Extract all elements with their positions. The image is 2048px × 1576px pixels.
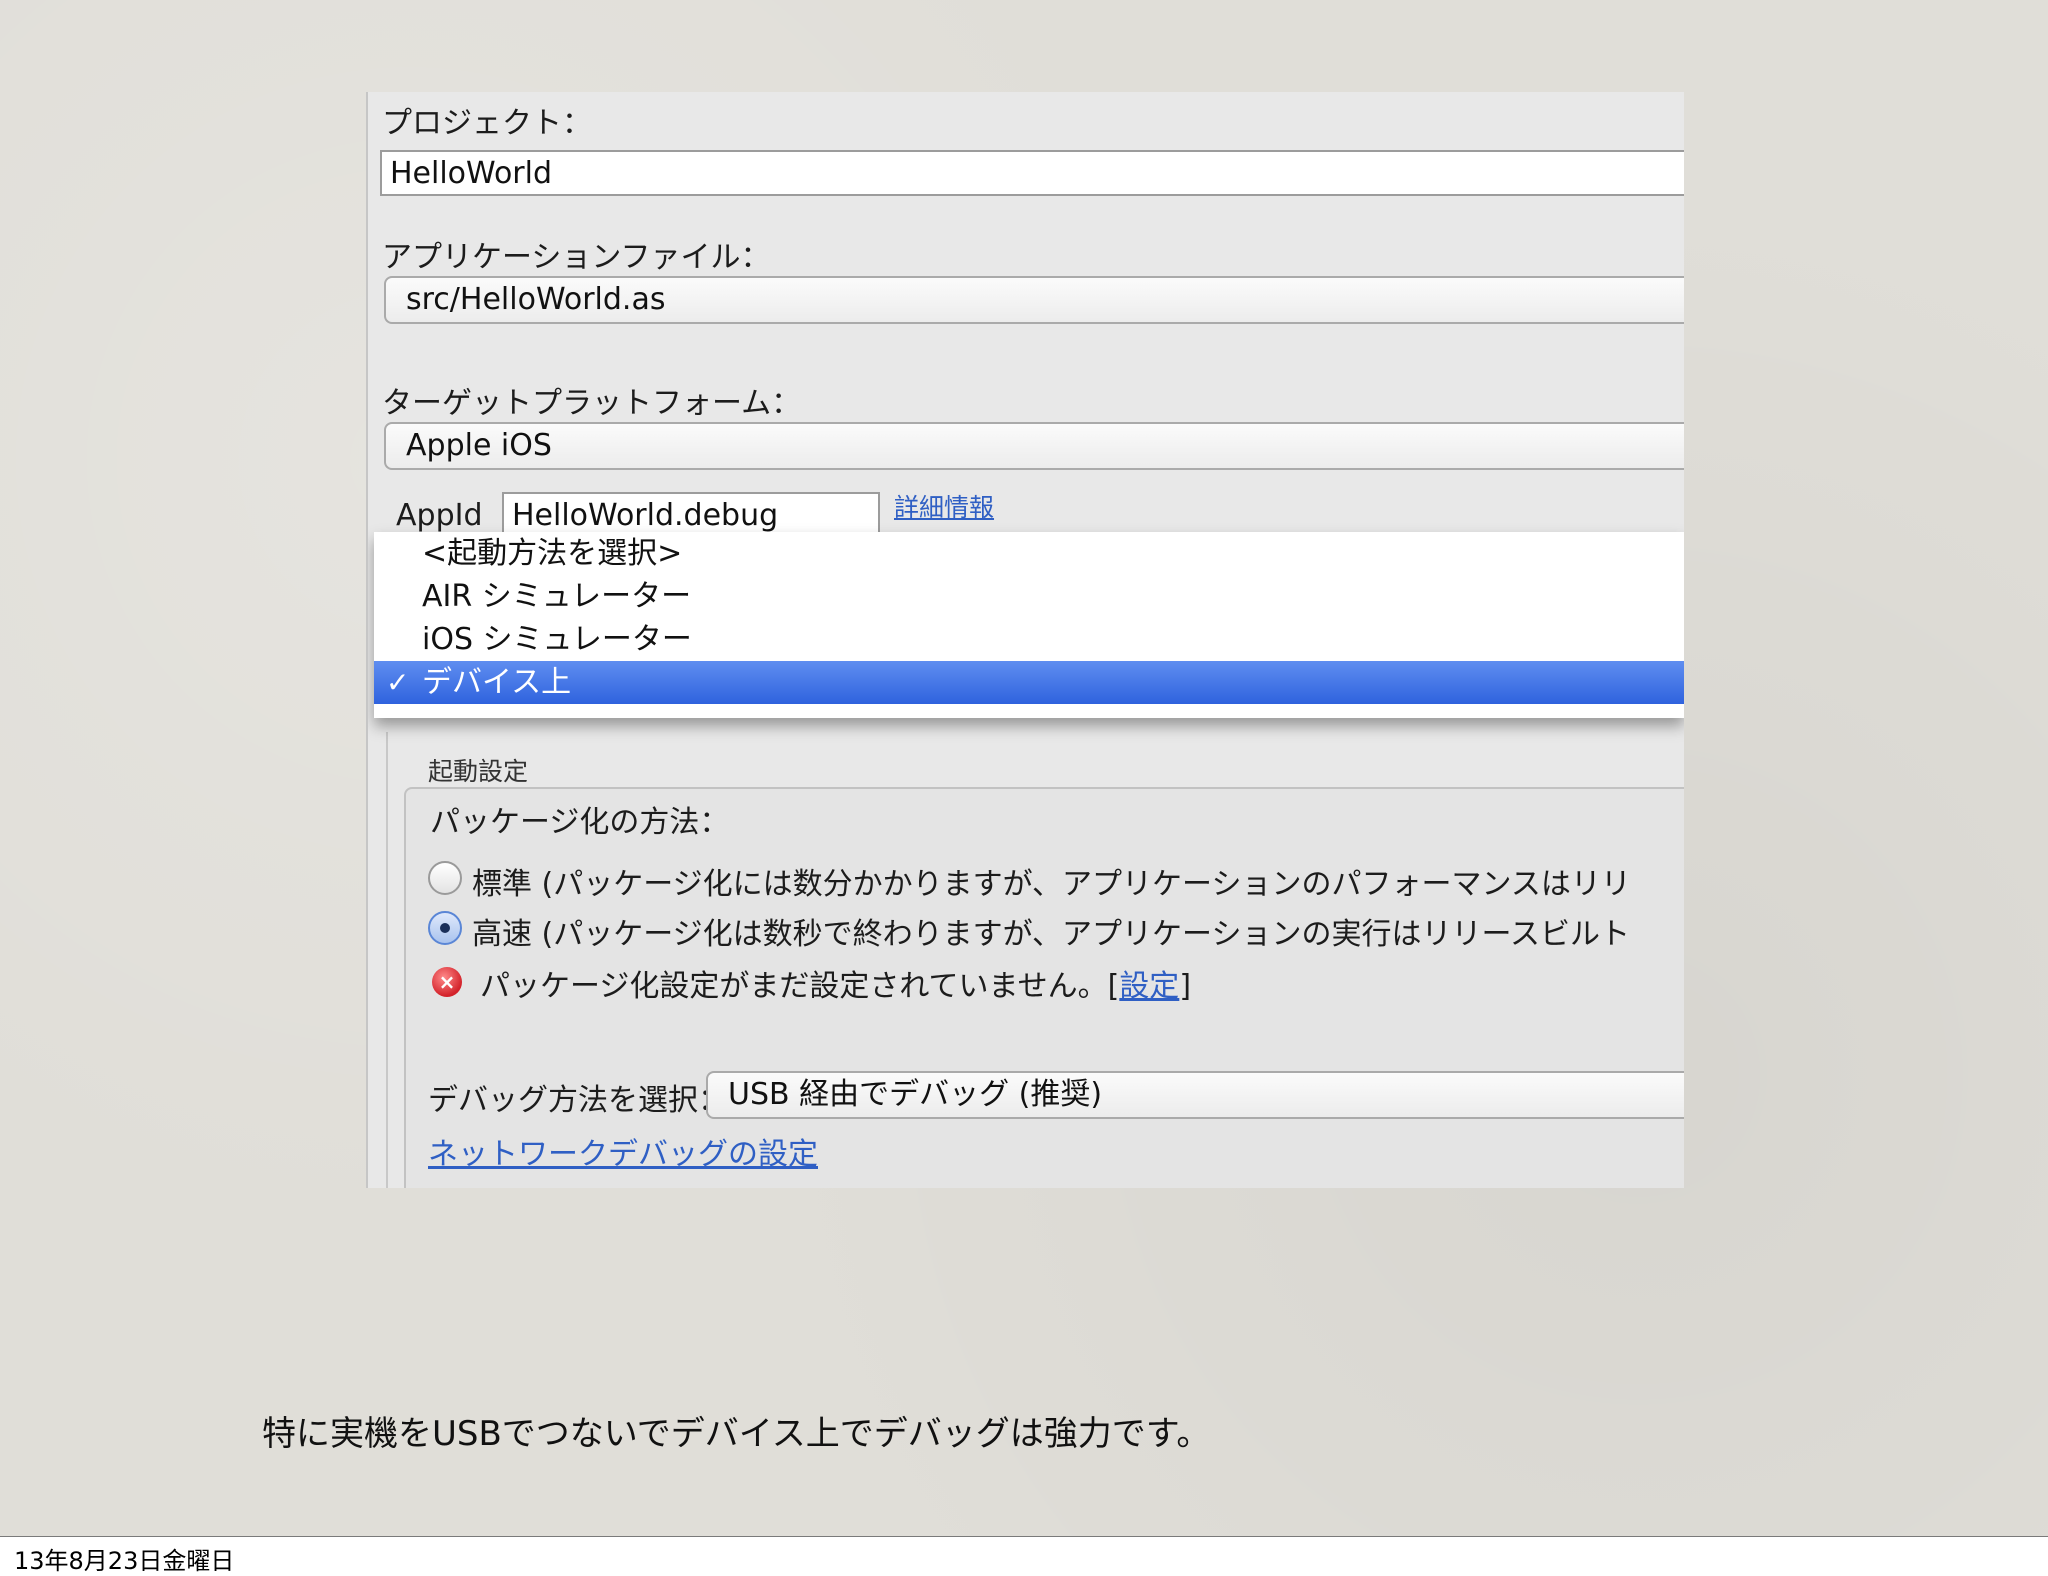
- launch-settings-title: 起動設定: [428, 757, 529, 786]
- packaging-settings-link[interactable]: 設定: [1119, 969, 1179, 1004]
- details-link[interactable]: 詳細情報: [894, 488, 994, 524]
- option-fast-label: 高速 (パッケージ化は数秒で終わりますが、アプリケーションの実行はリリースビルト: [472, 917, 1630, 952]
- packaging-group: パッケージ化の方法： 標準 (パッケージ化には数分かかりますが、アプリケーション…: [404, 787, 1684, 1188]
- menu-item-label: デバイス上: [422, 665, 572, 700]
- error-icon: ×: [432, 967, 462, 997]
- target-platform-label: ターゲットプラットフォーム：: [382, 386, 802, 421]
- menu-item-select-launch[interactable]: <起動方法を選択>: [374, 532, 1684, 575]
- debug-method-select[interactable]: USB 経由でデバッグ (推奨): [706, 1071, 1684, 1119]
- launch-method-menu: <起動方法を選択> AIR シミュレーター iOS シミュレーター ✓ デバイス…: [374, 532, 1684, 718]
- app-file-label: アプリケーションファイル：: [382, 240, 771, 275]
- debug-method-label: デバッグ方法を選択：: [428, 1083, 728, 1118]
- packaging-label: パッケージ化の方法：: [430, 805, 730, 840]
- network-debug-link[interactable]: ネットワークデバッグの設定: [428, 1129, 818, 1173]
- menu-item-label: <起動方法を選択>: [422, 536, 683, 571]
- appid-label: AppId: [396, 498, 483, 533]
- menu-item-ios-simulator[interactable]: iOS シミュレーター: [374, 618, 1684, 661]
- target-platform-select[interactable]: Apple iOS: [384, 422, 1684, 470]
- project-field[interactable]: HelloWorld: [380, 150, 1684, 196]
- footer-date: 13年8月23日金曜日: [14, 1547, 235, 1575]
- error-message: パッケージ化設定がまだ設定されていません。[設定]: [480, 961, 1191, 1005]
- menu-item-label: iOS シミュレーター: [422, 622, 692, 657]
- check-icon: ✓: [386, 666, 410, 699]
- error-text: パッケージ化設定がまだ設定されていません。[: [480, 969, 1120, 1004]
- radio-fast[interactable]: [428, 911, 462, 945]
- slide-caption: 特に実機をUSBでつないでデバイス上でデバッグは強力です。: [262, 1414, 1211, 1454]
- error-text-close: ]: [1179, 969, 1192, 1004]
- menu-item-air-simulator[interactable]: AIR シミュレーター: [374, 575, 1684, 618]
- appid-field[interactable]: HelloWorld.debug: [502, 492, 880, 536]
- radio-standard[interactable]: [428, 861, 462, 895]
- project-label: プロジェクト：: [382, 106, 592, 141]
- option-standard-label: 標準 (パッケージ化には数分かかりますが、アプリケーションのパフォーマンスはリリ: [472, 867, 1631, 902]
- menu-item-label: AIR シミュレーター: [422, 579, 692, 614]
- screenshot-panel: プロジェクト： HelloWorld アプリケーションファイル： src/Hel…: [366, 92, 1684, 1188]
- app-file-select[interactable]: src/HelloWorld.as: [384, 276, 1684, 324]
- menu-item-on-device[interactable]: ✓ デバイス上: [374, 661, 1684, 704]
- slide-background: プロジェクト： HelloWorld アプリケーションファイル： src/Hel…: [0, 0, 2048, 1537]
